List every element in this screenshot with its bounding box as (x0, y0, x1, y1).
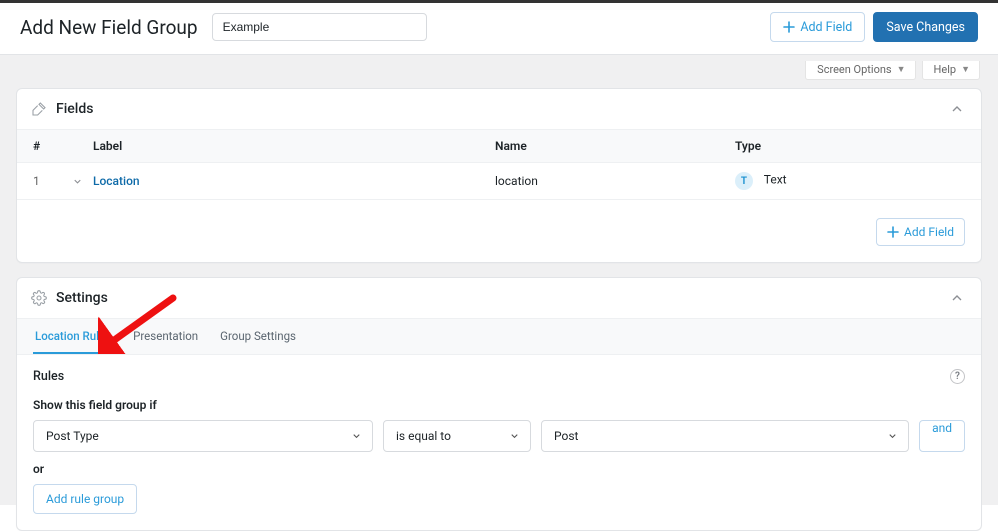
col-head-num: # (33, 139, 93, 153)
add-field-label: Add Field (800, 20, 852, 35)
settings-panel-head: Settings (17, 278, 981, 319)
table-row[interactable]: 1 Location location T Text (17, 163, 981, 200)
chevron-down-icon[interactable] (72, 176, 83, 187)
topbar: Add New Field Group Add Field Save Chang… (0, 3, 998, 55)
help-toggle[interactable]: Help ▼ (922, 61, 980, 80)
field-group-title-input[interactable] (212, 13, 427, 41)
rules-subtitle: Show this field group if (33, 398, 965, 412)
rule-param-select[interactable]: Post Type (33, 420, 373, 452)
chevron-down-icon (351, 431, 362, 442)
help-icon[interactable]: ? (950, 369, 965, 384)
chevron-down-icon: ▼ (897, 64, 906, 75)
add-field-button-footer[interactable]: Add Field (876, 218, 965, 246)
fields-panel-footer: Add Field (17, 200, 981, 262)
add-field-button[interactable]: Add Field (770, 12, 865, 42)
help-label: Help (934, 63, 957, 76)
type-badge-icon: T (735, 172, 753, 190)
rule-operator-select[interactable]: is equal to (383, 420, 531, 452)
fields-panel-title: Fields (56, 101, 93, 117)
col-head-name: Name (495, 139, 735, 153)
page-title: Add New Field Group (20, 16, 198, 39)
fields-table-head: # Label Name Type (17, 130, 981, 163)
screen-options-label: Screen Options (817, 63, 891, 76)
settings-panel: Settings Location Rules Presentation Gro… (16, 277, 982, 531)
add-rule-group-button[interactable]: Add rule group (33, 484, 137, 514)
tab-presentation[interactable]: Presentation (131, 319, 200, 354)
wp-top-toggles: Screen Options ▼ Help ▼ (10, 55, 988, 88)
collapse-icon[interactable] (949, 290, 965, 306)
gear-icon (31, 290, 47, 306)
tab-group-settings[interactable]: Group Settings (218, 319, 298, 354)
col-head-label: Label (93, 139, 495, 153)
fields-panel: Fields # Label Name Type 1 Location loca… (16, 88, 982, 263)
tab-location-rules[interactable]: Location Rules (33, 319, 113, 354)
row-type-label: Text (764, 173, 787, 187)
row-num-cell: 1 (33, 174, 93, 188)
rule-operator-value: is equal to (396, 429, 451, 443)
stage: Screen Options ▼ Help ▼ Fields # Label N… (0, 55, 998, 505)
or-label: or (33, 462, 965, 476)
and-button[interactable]: and (919, 420, 965, 452)
chevron-down-icon (509, 431, 520, 442)
settings-panel-title: Settings (56, 290, 108, 306)
screen-options-toggle[interactable]: Screen Options ▼ (805, 61, 915, 80)
settings-tabs: Location Rules Presentation Group Settin… (17, 319, 981, 355)
settings-body: Rules ? Show this field group if Post Ty… (17, 355, 981, 530)
add-field-footer-label: Add Field (904, 225, 954, 239)
chevron-down-icon: ▼ (961, 64, 970, 75)
col-head-type: Type (735, 139, 965, 153)
row-type-cell: T Text (735, 172, 965, 190)
rules-title: Rules (33, 369, 64, 384)
plus-icon (887, 226, 899, 238)
collapse-icon[interactable] (949, 101, 965, 117)
rule-value-select[interactable]: Post (541, 420, 909, 452)
row-label-cell: Location (93, 174, 495, 188)
save-changes-label: Save Changes (886, 20, 965, 35)
fields-icon (31, 101, 47, 117)
row-name-cell: location (495, 174, 735, 188)
chevron-down-icon (887, 431, 898, 442)
save-changes-button[interactable]: Save Changes (873, 12, 978, 42)
plus-icon (783, 21, 795, 33)
rule-param-value: Post Type (46, 429, 99, 443)
rule-row: Post Type is equal to Post and (33, 420, 965, 452)
fields-panel-head: Fields (17, 89, 981, 130)
field-label-link[interactable]: Location (93, 174, 140, 188)
row-num: 1 (33, 174, 40, 188)
rule-value-value: Post (554, 429, 578, 443)
